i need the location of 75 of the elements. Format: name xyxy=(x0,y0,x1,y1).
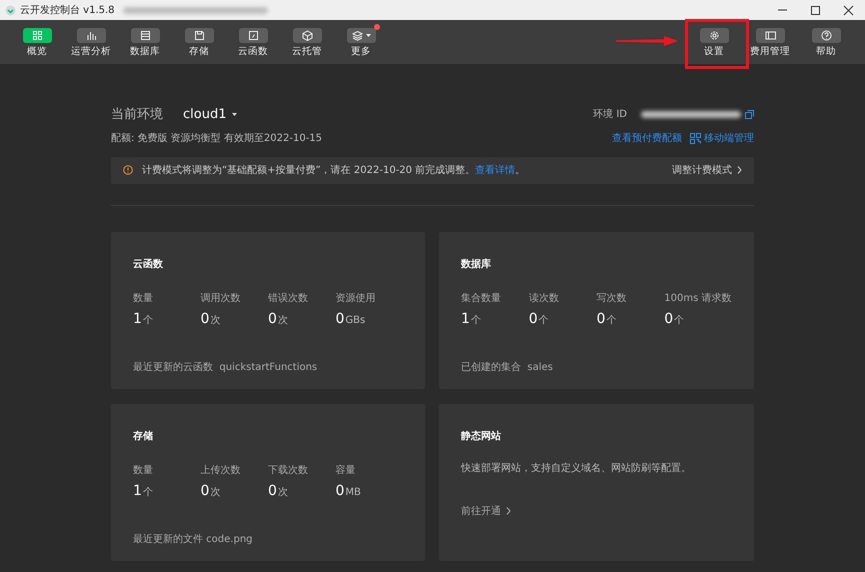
list-icon xyxy=(140,30,150,41)
toolbar-button[interactable]: 运营分析 xyxy=(64,20,118,64)
stat-value: 0 MB xyxy=(336,482,362,500)
stat-label: 数量 xyxy=(133,292,154,306)
window-title: 云开发控制台 v1.5.8 xyxy=(20,4,115,18)
caret-icon xyxy=(232,113,238,116)
environment-id-label: 环境 ID xyxy=(593,108,627,122)
stat-value: 0 次 xyxy=(268,310,289,328)
card-title: 存储 xyxy=(133,430,154,444)
card-title: 云函数 xyxy=(133,258,164,272)
card-title: 静态网站 xyxy=(461,430,502,444)
adjust-billing-link[interactable]: 调整计费模式 xyxy=(672,162,742,178)
stat-value: 1个 xyxy=(461,310,482,328)
stat-label: 容量 xyxy=(336,464,356,478)
stat-label: 资源使用 xyxy=(336,292,376,306)
function-icon xyxy=(248,30,258,41)
card-footer-text: 已创建的集合 sales xyxy=(461,360,554,374)
stat-value: 0 次 xyxy=(268,482,289,500)
notification-dot xyxy=(374,24,380,30)
toolbar-button[interactable]: 更多 xyxy=(334,20,388,64)
toolbar-button[interactable]: 云函数 xyxy=(226,20,280,64)
stat-value: 1个 xyxy=(133,482,154,500)
link[interactable]: 移动端管理 xyxy=(690,130,754,146)
save-icon xyxy=(194,30,204,41)
wallet-icon xyxy=(764,30,776,41)
stat-label: 错误次数 xyxy=(268,292,309,306)
stat-value: 0个 xyxy=(528,310,550,328)
stat-value: 0个 xyxy=(596,310,618,328)
toolbar-button[interactable]: 存储 xyxy=(172,20,226,64)
toolbar-button[interactable]: 费用管理 xyxy=(743,20,797,64)
stat-value: 0 次 xyxy=(200,482,222,500)
chevron-icon xyxy=(506,507,511,515)
link[interactable]: 查看预付费配额 xyxy=(612,130,682,146)
toolbar-button[interactable]: 概览 xyxy=(10,20,64,64)
stat-label: 调用次数 xyxy=(200,292,242,306)
toolbar-button[interactable]: 帮助 xyxy=(799,20,853,64)
toolbar-button[interactable]: 云托管 xyxy=(280,20,334,64)
card-title: 数据库 xyxy=(461,257,492,272)
arrow-annotation xyxy=(616,36,678,46)
chevron-icon xyxy=(737,166,742,174)
stat-label: 写次数 xyxy=(596,292,628,306)
quota-text: 配额: 免费版 资源均衡型 有效期至2022-10-15 xyxy=(111,132,322,146)
open-service-link[interactable]: 前往开通 xyxy=(461,504,511,518)
help-icon xyxy=(820,30,832,41)
caret-icon xyxy=(366,34,370,37)
stat-value: 0 GBs xyxy=(336,310,366,328)
details-link[interactable]: 查看详情 xyxy=(475,164,516,176)
qr-code-icon xyxy=(690,132,701,144)
stat-label: 读次数 xyxy=(528,292,560,306)
stat-label: 下载次数 xyxy=(268,464,309,478)
environment-dropdown[interactable]: cloud1 xyxy=(183,105,238,124)
stat-value: 0个 xyxy=(664,310,686,328)
settings-icon xyxy=(708,30,720,41)
maximize-icon xyxy=(810,4,821,16)
toolbar-button[interactable]: 数据库 xyxy=(118,20,172,64)
card-description: 快速部署网站，支持自定义域名、网站防刷等配置。 xyxy=(461,462,692,476)
stat-label: 集合数量 xyxy=(461,292,502,306)
app-logo-icon xyxy=(5,4,16,16)
close-icon xyxy=(843,4,854,16)
notice-text: 计费模式将调整为“基础配额+按量付费”，请在 2022-10-20 前完成调整。查看详情。 xyxy=(142,164,526,178)
copy-icon xyxy=(745,110,754,120)
grid-icon xyxy=(32,30,42,41)
environment-label: 当前环境 xyxy=(111,106,163,124)
stat-label: 数量 xyxy=(133,464,154,478)
bar-chart-icon xyxy=(86,30,96,41)
stat-value: 1个 xyxy=(133,310,154,328)
toolbar-button[interactable]: 设置 xyxy=(687,20,741,64)
card-footer-text: 最近更新的云函数 quickstartFunctions xyxy=(133,360,318,374)
layers-icon xyxy=(352,30,362,41)
warning-icon xyxy=(123,165,133,175)
card-footer-text: 最近更新的文件 code.png xyxy=(133,532,254,546)
cube-icon xyxy=(302,30,312,41)
stat-label: 上传次数 xyxy=(200,464,242,478)
stat-label: 100ms 请求数 xyxy=(664,292,732,306)
stat-value: 0 次 xyxy=(200,310,222,328)
